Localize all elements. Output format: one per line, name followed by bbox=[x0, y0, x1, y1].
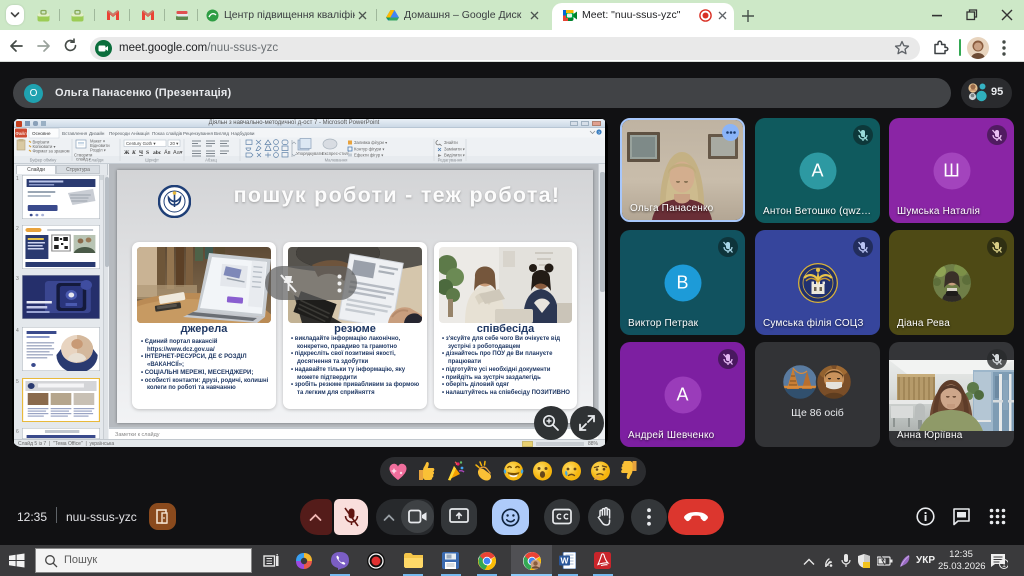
svg-text:20 ▾: 20 ▾ bbox=[170, 141, 178, 146]
svg-text:А́в: А́в bbox=[164, 149, 171, 156]
svg-text:Експрес-стилі: Експрес-стилі bbox=[322, 151, 349, 156]
svg-text:Буфер обміну: Буфер обміну bbox=[30, 158, 58, 163]
svg-text:Файл: Файл bbox=[15, 130, 27, 136]
svg-text:Заливка фігури ▾: Заливка фігури ▾ bbox=[354, 140, 387, 145]
svg-text:Вигляд: Вигляд bbox=[214, 131, 229, 136]
svg-text:Ж: Ж bbox=[124, 150, 130, 156]
svg-text:Малювання: Малювання bbox=[325, 158, 348, 163]
svg-text:Слайди: Слайди bbox=[89, 158, 105, 163]
svg-text:Ч: Ч bbox=[139, 150, 143, 156]
svg-text:К: К bbox=[131, 150, 136, 156]
svg-text:Знайти: Знайти bbox=[444, 140, 458, 145]
svg-text:abc: abc bbox=[153, 150, 162, 156]
svg-text:Аа▾: Аа▾ bbox=[173, 150, 183, 156]
svg-text:Основне: Основне bbox=[32, 131, 51, 136]
svg-text:Редагування: Редагування bbox=[438, 158, 463, 163]
svg-text:Дизайн: Дизайн bbox=[89, 130, 105, 136]
svg-text:Century Goth ▾: Century Goth ▾ bbox=[126, 141, 156, 146]
svg-text:Контур фігури ▾: Контур фігури ▾ bbox=[354, 147, 384, 152]
svg-text:Переходи: Переходи bbox=[109, 131, 130, 136]
svg-text:Анімація: Анімація bbox=[131, 131, 150, 136]
svg-text:Рецензування: Рецензування bbox=[183, 131, 213, 136]
svg-text:1: 1 bbox=[1002, 562, 1006, 569]
svg-text:Надбудови: Надбудови bbox=[231, 131, 255, 136]
svg-text:Формат за зразком: Формат за зразком bbox=[33, 149, 70, 154]
svg-text:W: W bbox=[560, 556, 569, 566]
svg-text:Упорядкувати: Упорядкувати bbox=[296, 151, 323, 156]
svg-text:S: S bbox=[146, 150, 149, 156]
svg-text:Абзац: Абзац bbox=[205, 158, 217, 163]
svg-text:Вставлення: Вставлення bbox=[62, 131, 88, 136]
svg-text:Ефекти фігур ▾: Ефекти фігур ▾ bbox=[354, 153, 383, 158]
svg-text:Замінити ▾: Замінити ▾ bbox=[444, 147, 465, 152]
svg-text:Показ слайдів: Показ слайдів bbox=[152, 130, 183, 136]
svg-text:Шрифт: Шрифт bbox=[145, 158, 159, 163]
